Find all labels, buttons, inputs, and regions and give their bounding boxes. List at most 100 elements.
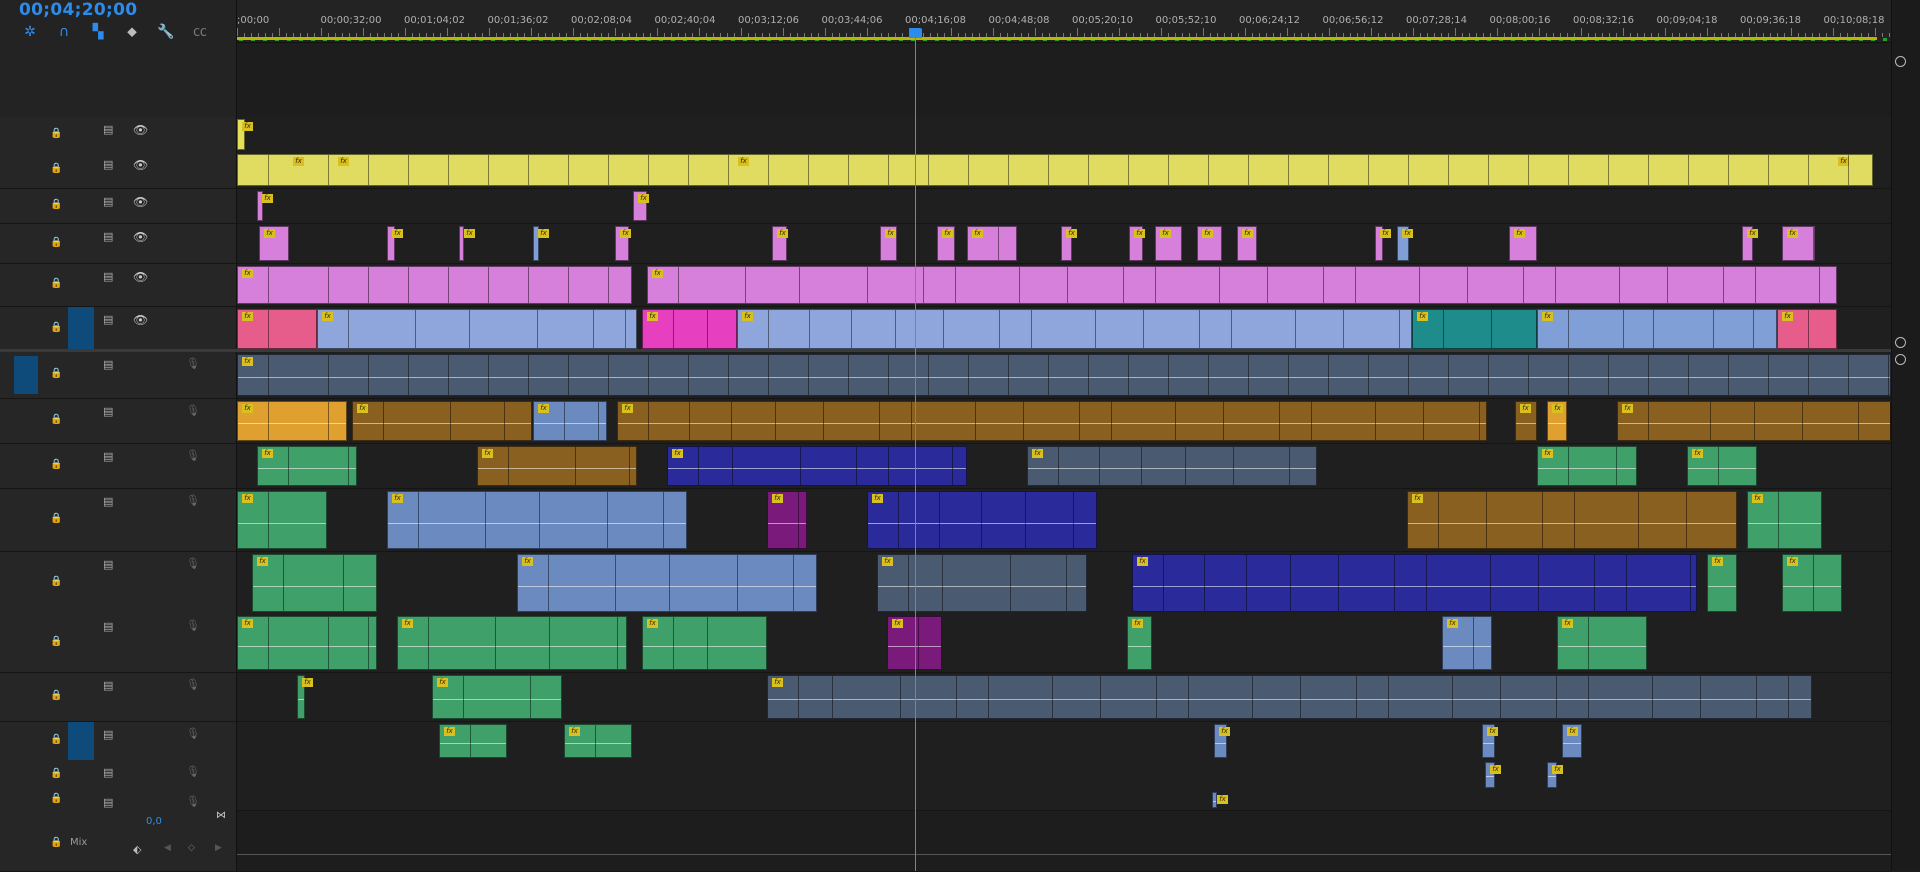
fx-badge-icon[interactable]: fx xyxy=(1242,229,1253,238)
voiceover-record-icon[interactable]: 🎙 xyxy=(186,494,200,507)
clip[interactable]: fx xyxy=(1375,226,1391,261)
lock-icon[interactable]: 🔒 xyxy=(50,322,62,333)
track-target-v1[interactable] xyxy=(68,307,94,351)
clip[interactable]: fx xyxy=(1132,554,1697,612)
clip[interactable]: fx xyxy=(1557,616,1647,670)
clip[interactable]: fx xyxy=(1129,226,1145,261)
clip[interactable]: fx xyxy=(1482,724,1498,758)
fx-badge-icon[interactable]: fx xyxy=(772,678,783,687)
fx-badge-icon[interactable]: fx xyxy=(1520,404,1531,413)
lock-icon[interactable]: 🔒 xyxy=(50,690,62,701)
clip[interactable]: fx xyxy=(564,724,632,758)
fx-badge-icon[interactable]: fx xyxy=(742,312,753,321)
clip[interactable]: fx xyxy=(1537,446,1637,486)
fx-badge-icon[interactable]: fx xyxy=(1787,229,1798,238)
captions-icon[interactable]: ㏄ xyxy=(190,22,210,42)
clip[interactable]: fx xyxy=(387,226,403,261)
clip[interactable]: fx xyxy=(1777,309,1837,349)
clip[interactable]: fx xyxy=(880,226,897,261)
playhead-timecode[interactable]: 00;04;20;00 xyxy=(19,0,137,20)
scroll-handle-top[interactable] xyxy=(1895,56,1906,67)
add-marker-icon[interactable]: ▚ xyxy=(88,22,108,42)
playhead-handle[interactable] xyxy=(909,28,922,38)
clip[interactable]: fx xyxy=(633,191,649,221)
fx-badge-icon[interactable]: fx xyxy=(242,357,253,366)
fx-badge-icon[interactable]: fx xyxy=(1160,229,1171,238)
clip[interactable]: fx xyxy=(259,226,289,261)
lock-icon[interactable]: 🔒 xyxy=(50,128,62,139)
clip[interactable]: fx xyxy=(1061,226,1077,261)
lock-icon[interactable]: 🔒 xyxy=(50,768,62,779)
clip[interactable]: fx xyxy=(647,266,1837,304)
collapse-icon[interactable]: ⋈ xyxy=(216,810,226,821)
clip[interactable]: fx xyxy=(767,491,807,549)
clip[interactable]: fx xyxy=(642,616,767,670)
fx-badge-icon[interactable]: fx xyxy=(242,269,253,278)
clip[interactable]: fx xyxy=(1412,309,1537,349)
toggle-sync-icon[interactable]: ▤ xyxy=(103,766,113,779)
clip[interactable]: fx xyxy=(1442,616,1492,670)
track-lane-a1[interactable]: fx xyxy=(237,352,1891,398)
fx-badge-icon[interactable]: fx xyxy=(357,404,368,413)
snap-icon[interactable]: ✲ xyxy=(20,22,40,42)
clip[interactable]: fx xyxy=(967,226,1017,261)
clip[interactable]: fx xyxy=(1407,491,1737,549)
track-lane-a8[interactable]: fx fx fx fx fx xyxy=(237,722,1891,760)
toggle-sync-icon[interactable]: ▤ xyxy=(103,620,113,633)
track-lane-v6[interactable]: fx xyxy=(237,117,1891,152)
track-lane-a6[interactable]: fx fx fx fx fx fx fx xyxy=(237,614,1891,672)
fx-badge-icon[interactable]: fx xyxy=(882,557,893,566)
clip[interactable]: fx xyxy=(397,616,627,670)
clip[interactable]: fx xyxy=(877,554,1087,612)
fx-badge-icon[interactable]: fx xyxy=(242,312,253,321)
clip[interactable]: fx xyxy=(297,675,313,719)
clip[interactable]: fx xyxy=(767,675,1812,719)
track-lane-a4[interactable]: fx fx fx fx fx fx xyxy=(237,489,1891,551)
clip[interactable]: fx xyxy=(237,401,347,441)
fx-badge-icon[interactable]: fx xyxy=(1132,619,1143,628)
clip[interactable]: fx xyxy=(1547,401,1567,441)
fx-badge-icon[interactable]: fx xyxy=(972,229,983,238)
eye-icon[interactable]: 👁 xyxy=(133,270,148,284)
mix-value[interactable]: 0,0 xyxy=(146,816,162,827)
clip[interactable]: fx xyxy=(1397,226,1413,261)
fx-badge-icon[interactable]: fx xyxy=(1137,557,1148,566)
clip[interactable]: fx xyxy=(1687,446,1757,486)
track-lane-a2[interactable]: fx fx fx fx fx fx fx xyxy=(237,399,1891,443)
clip[interactable]: fx xyxy=(237,119,253,150)
fx-badge-icon[interactable]: fx xyxy=(293,157,304,166)
toggle-sync-icon[interactable]: ▤ xyxy=(103,405,113,418)
clip[interactable]: fx xyxy=(667,446,967,486)
fx-badge-icon[interactable]: fx xyxy=(257,557,268,566)
fx-badge-icon[interactable]: fx xyxy=(1552,765,1563,774)
fx-badge-icon[interactable]: fx xyxy=(1032,449,1043,458)
toggle-sync-icon[interactable]: ▤ xyxy=(103,195,113,208)
voiceover-record-icon[interactable]: 🎙 xyxy=(186,765,200,778)
fx-badge-icon[interactable]: fx xyxy=(522,557,533,566)
voiceover-record-icon[interactable]: 🎙 xyxy=(186,357,200,370)
clip[interactable]: fx xyxy=(533,226,549,261)
lock-icon[interactable]: 🔒 xyxy=(50,278,62,289)
toggle-sync-icon[interactable]: ▤ xyxy=(103,450,113,463)
voiceover-record-icon[interactable]: 🎙 xyxy=(186,449,200,462)
fx-badge-icon[interactable]: fx xyxy=(392,494,403,503)
fx-badge-icon[interactable]: fx xyxy=(538,404,549,413)
fx-badge-icon[interactable]: fx xyxy=(444,727,455,736)
toggle-sync-icon[interactable]: ▤ xyxy=(103,230,113,243)
scroll-handle-audio-top[interactable] xyxy=(1895,354,1906,365)
fx-badge-icon[interactable]: fx xyxy=(1487,727,1498,736)
fx-badge-icon[interactable]: fx xyxy=(647,312,658,321)
toggle-sync-icon[interactable]: ▤ xyxy=(103,728,113,741)
clip[interactable]: fx xyxy=(387,491,687,549)
toggle-sync-icon[interactable]: ▤ xyxy=(103,123,113,136)
fx-badge-icon[interactable]: fx xyxy=(1787,557,1798,566)
fx-badge-icon[interactable]: fx xyxy=(672,449,683,458)
clip[interactable]: fx xyxy=(1742,226,1758,261)
fx-badge-icon[interactable]: fx xyxy=(1412,494,1423,503)
fx-badge-icon[interactable]: fx xyxy=(1712,557,1723,566)
eye-icon[interactable]: 👁 xyxy=(133,313,148,327)
fx-badge-icon[interactable]: fx xyxy=(1514,229,1525,238)
fx-badge-icon[interactable]: fx xyxy=(622,404,633,413)
clip[interactable]: fx xyxy=(237,309,317,349)
clip[interactable]: fx xyxy=(533,401,607,441)
